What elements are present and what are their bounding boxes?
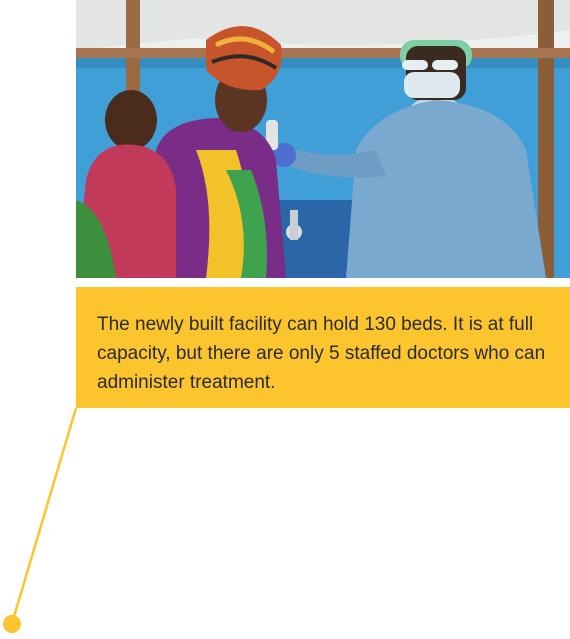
caption-text: The newly built facility can hold 130 be… <box>97 314 546 393</box>
child-head <box>105 90 157 150</box>
wooden-pole-right <box>538 0 554 278</box>
photo-illustration <box>76 0 570 278</box>
dot-icon <box>3 615 21 633</box>
worker-mask <box>404 72 460 98</box>
connector-line <box>11 407 78 621</box>
news-photo <box>76 0 570 278</box>
caption-box: The newly built facility can hold 130 be… <box>76 287 570 408</box>
wooden-beam <box>76 48 570 58</box>
